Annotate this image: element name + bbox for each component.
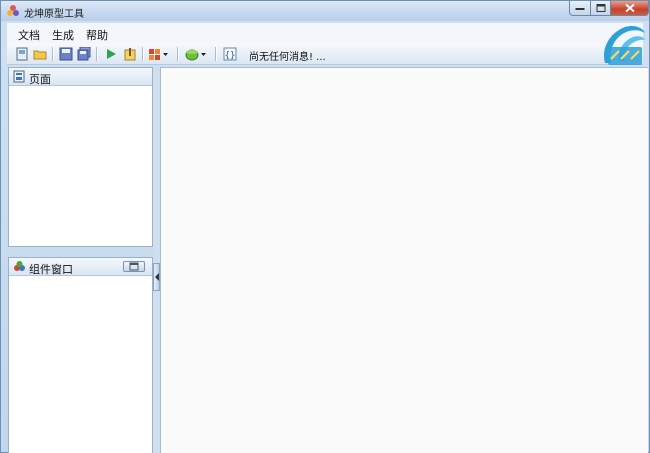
app-logo-icon — [7, 5, 19, 16]
design-canvas[interactable] — [160, 67, 648, 453]
save-icon[interactable] — [59, 47, 73, 61]
close-button[interactable] — [611, 1, 649, 16]
components-panel: 组件窗口 — [8, 257, 153, 453]
run-play-icon[interactable] — [104, 47, 118, 61]
toolbar-separator — [52, 47, 53, 61]
toolbar-separator — [96, 47, 97, 61]
layout-dropdown-icon[interactable] — [148, 47, 170, 61]
open-folder-icon[interactable] — [33, 47, 47, 61]
components-panel-title: 组件窗口 — [29, 263, 73, 276]
close-icon — [624, 3, 635, 13]
save-all-icon[interactable] — [77, 47, 91, 61]
menu-document[interactable]: 文档 — [18, 27, 40, 43]
toolbar-separator — [177, 47, 178, 61]
build-icon[interactable] — [123, 47, 137, 61]
status-message: 尚无任何消息! ... — [249, 52, 326, 63]
title-bar[interactable]: 龙坤原型工具 — [1, 1, 649, 21]
toolbar-separator — [142, 47, 143, 61]
collapse-sidebar-handle[interactable] — [153, 263, 160, 291]
components-list[interactable] — [9, 276, 152, 453]
window-icon — [129, 262, 139, 271]
menu-bar: 文档 生成 帮助 — [7, 23, 643, 43]
menu-help[interactable]: 帮助 — [86, 27, 108, 43]
toolbar-separator — [215, 47, 216, 61]
page-icon — [13, 70, 25, 83]
minimize-icon — [575, 8, 585, 10]
maximize-button[interactable] — [591, 1, 611, 16]
pages-panel: 页面 — [8, 67, 153, 247]
maximize-icon — [596, 4, 605, 12]
components-icon — [14, 261, 25, 271]
pages-panel-title: 页面 — [29, 73, 51, 86]
app-window: 龙坤原型工具 文档 生成 帮助 {} 尚无任何消息! ... 页面 组件窗口 — [0, 0, 650, 453]
new-document-icon[interactable] — [15, 47, 29, 61]
components-panel-options-button[interactable] — [123, 261, 145, 272]
pages-list[interactable] — [9, 86, 152, 246]
panel-splitter[interactable] — [153, 67, 160, 453]
message-icon[interactable]: {} — [223, 47, 237, 61]
brand-logo — [603, 25, 645, 65]
pages-panel-header: 页面 — [9, 68, 152, 86]
svg-text:{}: {} — [225, 51, 236, 61]
component-dropdown-icon[interactable] — [185, 47, 209, 61]
minimize-button[interactable] — [569, 1, 591, 16]
window-title: 龙坤原型工具 — [24, 9, 84, 20]
menu-generate[interactable]: 生成 — [52, 27, 74, 43]
toolbar: {} 尚无任何消息! ... — [7, 43, 643, 65]
components-panel-header: 组件窗口 — [9, 258, 152, 276]
